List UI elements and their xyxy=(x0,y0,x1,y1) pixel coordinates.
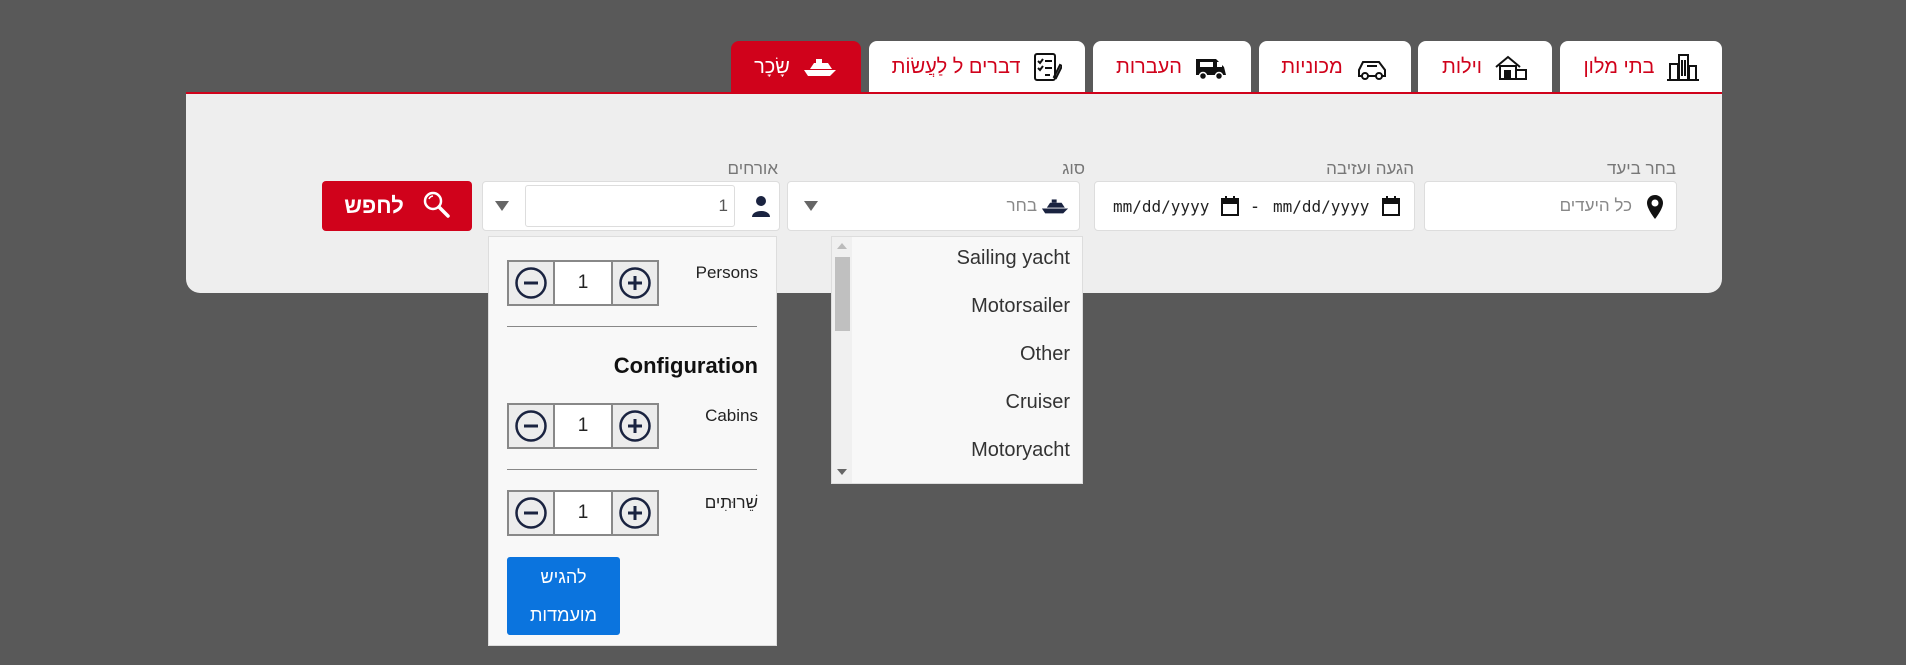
villa-icon xyxy=(1494,53,1528,81)
dates-field[interactable]: mm/dd/yyyy - mm/dd/yyyy xyxy=(1094,181,1415,231)
tab-things-to-do-label: דברים ל לַעֲשׂוֹת xyxy=(891,55,1021,78)
cabins-decrement-button[interactable] xyxy=(509,405,555,447)
tab-transfers-label: העברות xyxy=(1116,55,1182,78)
minus-circle-icon xyxy=(515,267,547,299)
search-icon xyxy=(422,190,450,223)
type-option-cruiser[interactable]: Cruiser xyxy=(1006,391,1070,414)
plus-circle-icon xyxy=(619,410,651,442)
chevron-down-icon xyxy=(804,201,818,211)
search-button-label: לחפש xyxy=(344,193,404,218)
type-select[interactable]: בחר xyxy=(787,181,1080,231)
type-option-other[interactable]: Other xyxy=(1020,343,1070,366)
toilets-decrement-button[interactable] xyxy=(509,492,555,534)
tab-charter[interactable]: שָׂכָר xyxy=(731,41,861,93)
tab-villas-label: וילות xyxy=(1442,55,1482,78)
guests-value: 1 xyxy=(718,196,728,215)
type-options-list[interactable]: Sailing yacht Motorsailer Other Cruiser … xyxy=(831,236,1083,484)
persons-decrement-button[interactable] xyxy=(509,262,555,304)
date-separator: - xyxy=(1252,196,1258,216)
toilets-stepper: 1 xyxy=(507,490,659,536)
destination-placeholder: כל היעדים xyxy=(1559,196,1632,215)
guests-label: אורחים xyxy=(727,159,778,178)
tab-cars-label: מכוניות xyxy=(1281,55,1343,78)
type-label: סוג xyxy=(1062,159,1085,178)
submit-button[interactable]: להגיש מועמדות xyxy=(507,557,620,635)
scrollbar-thumb[interactable] xyxy=(835,257,850,331)
submit-button-line1: להגיש xyxy=(540,567,587,587)
scroll-up-icon[interactable] xyxy=(837,243,847,249)
plus-circle-icon xyxy=(619,497,651,529)
yacht-icon xyxy=(802,56,838,78)
configuration-title: Configuration xyxy=(613,353,758,378)
map-pin-icon xyxy=(1646,194,1664,225)
scrollbar[interactable] xyxy=(832,237,852,483)
dates-label: הגעה ועזיבה xyxy=(1326,159,1414,178)
toilets-value[interactable]: 1 xyxy=(555,492,611,534)
van-icon xyxy=(1194,53,1228,81)
yacht-icon xyxy=(1039,197,1071,220)
type-option-sailing-yacht[interactable]: Sailing yacht xyxy=(957,247,1070,270)
tab-villas[interactable]: וילות xyxy=(1418,41,1552,93)
cabins-value[interactable]: 1 xyxy=(555,405,611,447)
minus-circle-icon xyxy=(515,497,547,529)
persons-label: Persons xyxy=(695,263,758,282)
chevron-down-icon xyxy=(495,201,509,211)
type-option-motorsailer[interactable]: Motorsailer xyxy=(971,295,1070,318)
destination-field[interactable]: כל היעדים xyxy=(1424,181,1677,231)
person-icon xyxy=(751,195,771,222)
tab-things-to-do[interactable]: דברים ל לַעֲשׂוֹת xyxy=(869,41,1085,93)
date-from-input[interactable]: mm/dd/yyyy xyxy=(1113,197,1209,216)
cabins-label: Cabins xyxy=(705,406,758,425)
persons-increment-button[interactable] xyxy=(611,262,657,304)
date-to-input[interactable]: mm/dd/yyyy xyxy=(1273,197,1369,216)
persons-stepper: 1 xyxy=(507,260,659,306)
tab-hotels[interactable]: בתי מלון xyxy=(1560,41,1722,93)
car-icon xyxy=(1355,54,1389,80)
guests-field[interactable]: 1 xyxy=(482,181,780,231)
cabins-stepper: 1 xyxy=(507,403,659,449)
persons-value[interactable]: 1 xyxy=(555,262,611,304)
guests-input[interactable]: 1 xyxy=(525,185,735,227)
checklist-icon xyxy=(1032,51,1063,83)
divider xyxy=(507,326,757,327)
tab-cars[interactable]: מכוניות xyxy=(1259,41,1411,93)
submit-button-line2: מועמדות xyxy=(530,605,597,625)
calendar-icon[interactable] xyxy=(1382,196,1400,221)
toilets-increment-button[interactable] xyxy=(611,492,657,534)
search-button[interactable]: לחפש xyxy=(322,181,472,231)
calendar-icon[interactable] xyxy=(1221,196,1239,221)
tab-charter-label: שָׂכָר xyxy=(754,55,790,78)
tab-transfers[interactable]: העברות xyxy=(1093,41,1251,93)
destination-label: בחר ביעד xyxy=(1606,159,1676,178)
scroll-down-icon[interactable] xyxy=(837,469,847,475)
tab-hotels-label: בתי מלון xyxy=(1583,55,1655,78)
cabins-increment-button[interactable] xyxy=(611,405,657,447)
plus-circle-icon xyxy=(619,267,651,299)
guests-dropdown: Persons 1 Configuration Cabins 1 שֵׁרוּת… xyxy=(488,236,777,646)
toilets-label: שֵׁרוּתִים xyxy=(704,493,758,512)
minus-circle-icon xyxy=(515,410,547,442)
buildings-icon xyxy=(1666,52,1699,82)
divider xyxy=(507,469,757,470)
type-placeholder: בחר xyxy=(1006,196,1037,215)
type-option-motoryacht[interactable]: Motoryacht xyxy=(971,439,1070,462)
